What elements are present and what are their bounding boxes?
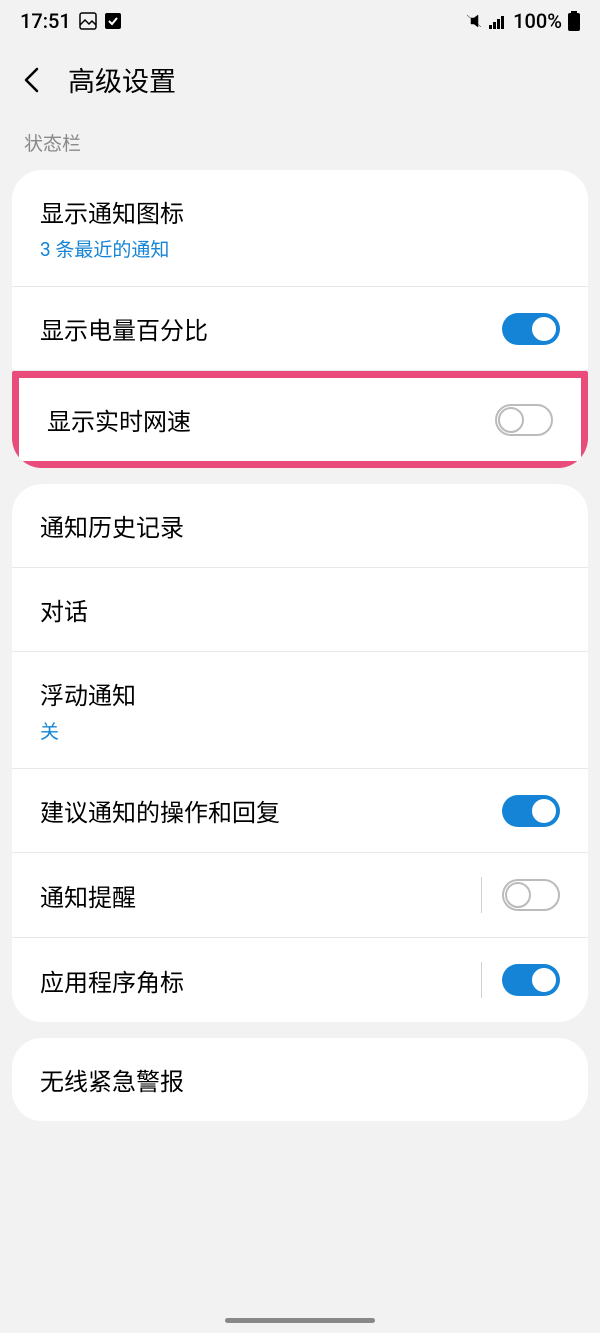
row-suggested-actions[interactable]: 建议通知的操作和回复: [12, 769, 588, 853]
row-show-network-speed[interactable]: 显示实时网速: [19, 378, 581, 461]
row-title: 显示通知图标: [40, 194, 184, 229]
toggle-network-speed[interactable]: [495, 404, 553, 436]
gallery-icon: [79, 12, 97, 30]
checkbox-icon: [105, 13, 121, 29]
toggle-app-badges[interactable]: [502, 964, 560, 996]
settings-group-2: 通知历史记录 对话 浮动通知 关 建议通知的操作和回复 通知提醒 应用程序角标: [12, 484, 588, 1022]
app-header: 高级设置: [0, 42, 600, 129]
settings-group-1: 显示通知图标 3 条最近的通知 显示电量百分比 显示实时网速: [12, 170, 588, 468]
page-title: 高级设置: [68, 60, 176, 99]
vertical-divider: [481, 962, 482, 998]
row-title: 通知提醒: [40, 878, 136, 913]
back-button[interactable]: [20, 68, 44, 92]
toggle-suggested-actions[interactable]: [502, 795, 560, 827]
row-title: 对话: [40, 592, 88, 627]
toggle-battery-percent[interactable]: [502, 313, 560, 345]
row-title: 通知历史记录: [40, 508, 184, 543]
row-show-battery-percent[interactable]: 显示电量百分比: [12, 287, 588, 371]
row-subtitle: 3 条最近的通知: [40, 235, 184, 262]
row-title: 显示电量百分比: [40, 311, 208, 346]
row-wireless-emergency-alerts[interactable]: 无线紧急警报: [12, 1038, 588, 1121]
status-time: 17:51: [20, 9, 71, 33]
home-indicator[interactable]: [225, 1318, 375, 1323]
status-bar: 17:51 100%: [0, 0, 600, 42]
chevron-left-icon: [22, 66, 42, 94]
row-app-badges[interactable]: 应用程序角标: [12, 938, 588, 1022]
row-title: 建议通知的操作和回复: [40, 793, 280, 828]
battery-percent: 100%: [513, 9, 562, 33]
highlight-box: 显示实时网速: [12, 371, 588, 468]
row-title: 无线紧急警报: [40, 1062, 184, 1097]
row-title: 显示实时网速: [47, 402, 191, 437]
status-left: 17:51: [20, 9, 121, 33]
status-right: 100%: [465, 9, 580, 33]
toggle-notification-reminders[interactable]: [502, 879, 560, 911]
row-title: 浮动通知: [40, 676, 136, 711]
vertical-divider: [481, 877, 482, 913]
row-title: 应用程序角标: [40, 963, 184, 998]
battery-icon: [568, 11, 580, 31]
row-floating-notifications[interactable]: 浮动通知 关: [12, 652, 588, 769]
mute-icon: [465, 12, 483, 30]
row-subtitle: 关: [40, 717, 136, 744]
signal-icon: [489, 13, 507, 29]
row-conversations[interactable]: 对话: [12, 568, 588, 652]
row-notification-reminders[interactable]: 通知提醒: [12, 853, 588, 938]
settings-group-3: 无线紧急警报: [12, 1038, 588, 1121]
row-notification-history[interactable]: 通知历史记录: [12, 484, 588, 568]
section-label-statusbar: 状态栏: [0, 129, 600, 170]
row-show-notification-icons[interactable]: 显示通知图标 3 条最近的通知: [12, 170, 588, 287]
